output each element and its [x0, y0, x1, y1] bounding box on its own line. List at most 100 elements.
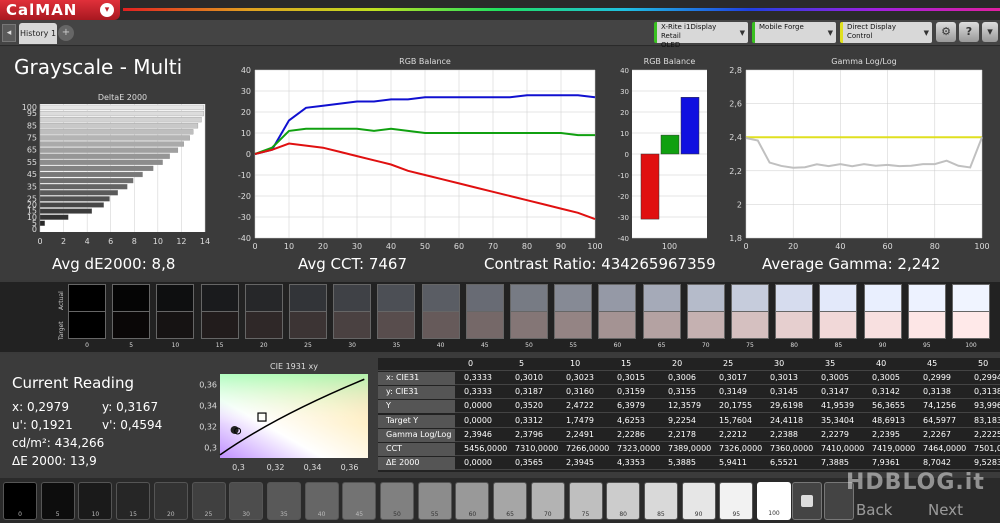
- actual-swatch: [289, 284, 327, 312]
- help-icon[interactable]: ?: [959, 22, 979, 42]
- swatch-label: 60: [613, 342, 622, 349]
- x-tick-label: 0: [252, 242, 257, 251]
- calman-menu-button[interactable]: CalMAN ▾: [0, 0, 120, 20]
- column-header: 45: [927, 359, 938, 368]
- delta-e-bar: [39, 177, 134, 184]
- back-button[interactable]: Back: [856, 501, 892, 519]
- stop-button[interactable]: [792, 482, 822, 520]
- table-cell: 0,3138: [923, 387, 951, 397]
- patch-swatch-label: 25: [204, 511, 213, 518]
- table-cell: 15,7604: [719, 415, 753, 425]
- settings-gear-icon[interactable]: ⚙: [936, 22, 956, 42]
- swatch-label: 15: [215, 342, 224, 349]
- table-cell: 0,3187: [515, 387, 543, 397]
- x-tick-label: 60: [454, 242, 464, 251]
- patch-swatch-button[interactable]: 80: [606, 482, 641, 520]
- patch-swatch-button[interactable]: 25: [191, 482, 226, 520]
- table-cell: 0,3147: [821, 387, 849, 397]
- chevron-down-icon: ▾: [100, 3, 114, 17]
- swatch-column: 85: [819, 284, 858, 349]
- table-cell: 5456,0000: [464, 444, 508, 453]
- patch-swatch-button[interactable]: 70: [530, 482, 565, 520]
- meter-selector[interactable]: X-Rite i1Display Retail OLED ▼: [654, 22, 748, 49]
- table-row: Y 0,0000 0,3520 2,4722 6,3979 12,3579 20,1755 2…: [378, 400, 1000, 414]
- patch-swatch-button[interactable]: 45: [342, 482, 377, 520]
- row-header: x: CIE31: [378, 372, 455, 385]
- swatch-column: 10: [156, 284, 195, 349]
- patch-swatch-label: 45: [355, 511, 364, 518]
- table-cell: 0,3160: [566, 387, 594, 397]
- reading-u: u': 0,1921: [12, 418, 73, 432]
- pattern-generator-selector[interactable]: Mobile Forge ▼: [752, 22, 836, 43]
- swatch-column: 25: [289, 284, 327, 349]
- y-tick-label: 0,36: [199, 381, 217, 390]
- table-cell: 0,3023: [566, 373, 594, 382]
- table-cell: 24,4118: [770, 415, 804, 425]
- target-swatch: [333, 312, 372, 339]
- patch-swatch-button[interactable]: 10: [78, 482, 113, 520]
- y-tick-label: 100: [22, 103, 37, 112]
- column-header: 50: [978, 359, 989, 368]
- cie-1931-xy-chart: CIE 1931 xy 0,3 0,32 0,34 0,36 0,36 0,34 0,32 0,…: [199, 362, 368, 472]
- patch-swatch-button[interactable]: 0: [3, 482, 37, 520]
- y-tick-label: 0: [246, 150, 251, 159]
- table-cell: 0,3159: [617, 387, 645, 397]
- watermark-logo: HDBLOG.it: [846, 470, 985, 495]
- patch-swatch-button[interactable]: 75: [568, 482, 603, 520]
- patch-swatch-button[interactable]: 50: [380, 482, 414, 520]
- swatch-label: 75: [746, 342, 754, 349]
- column-header: 40: [876, 359, 887, 368]
- table-header-row: 0 5 10 15 20 25 30 35 40 45 50: [378, 358, 1000, 371]
- add-tab-button[interactable]: +: [58, 25, 74, 41]
- patch-swatch-button[interactable]: 55: [417, 482, 452, 520]
- patch-swatch-button[interactable]: 100: [757, 482, 791, 520]
- chevron-down-icon: ▼: [739, 29, 745, 37]
- table-cell: 7501,0: [974, 444, 1000, 453]
- patch-swatch-button[interactable]: 5: [40, 482, 75, 520]
- y-tick-label: 0: [625, 151, 629, 159]
- delta-e-bar: [39, 117, 202, 123]
- swatch-column: 35: [377, 284, 416, 349]
- table-row: Gamma Log/Log 2,3946 2,3796 2,2491 2,2286 2,2…: [378, 428, 1000, 442]
- target-swatch: [200, 312, 239, 339]
- patch-swatch-button[interactable]: 60: [455, 482, 490, 520]
- reading-x: x: 0,2979: [12, 400, 69, 414]
- menu-chevron-icon[interactable]: ▾: [982, 22, 998, 42]
- row-header: ΔE 2000: [378, 457, 455, 471]
- patch-swatch-button[interactable]: 65: [493, 482, 528, 520]
- tab-row: ◂ History 1 + X-Rite i1Display Retail OL…: [0, 20, 1000, 49]
- plot-background: [746, 70, 982, 238]
- target-row-label: Target: [58, 321, 65, 340]
- x-tick-label: 20: [788, 242, 798, 251]
- table-cell: 0,2999: [923, 373, 951, 382]
- patch-swatch-button[interactable]: 35: [266, 482, 301, 520]
- patch-swatch-button[interactable]: 90: [681, 482, 716, 520]
- history-back-button[interactable]: ◂: [2, 24, 16, 42]
- swatch-column: 75: [731, 284, 769, 349]
- patch-swatch-label: 15: [129, 511, 137, 518]
- patch-swatch-button[interactable]: 40: [304, 482, 339, 520]
- y-tick-label: 10: [241, 129, 251, 138]
- x-tick-label: 14: [200, 237, 210, 246]
- tab-history-1[interactable]: History 1: [19, 23, 57, 44]
- actual-swatch: [819, 284, 858, 312]
- patch-swatch-button[interactable]: 15: [116, 482, 151, 520]
- patch-swatch-button[interactable]: 85: [643, 482, 678, 520]
- target-swatch: [907, 312, 946, 339]
- display-control-selector[interactable]: Direct Display Control ▼: [840, 22, 932, 43]
- table-cell: 2,3945: [566, 458, 594, 468]
- next-button[interactable]: Next: [928, 501, 963, 519]
- delta-e-bar: [39, 220, 45, 226]
- x-tick-label: 10: [284, 242, 294, 251]
- swatch-label: 5: [129, 342, 134, 349]
- patch-swatch-button[interactable]: 95: [719, 482, 754, 520]
- delta-e-bar: [39, 129, 194, 135]
- patch-swatch-button[interactable]: 20: [153, 482, 188, 520]
- actual-swatch: [863, 284, 902, 312]
- patch-swatch-label: 5: [55, 511, 60, 518]
- patch-swatch-button[interactable]: 30: [229, 482, 264, 520]
- patch-swatch-label: 0: [18, 511, 22, 518]
- reading-v: v': 0,4594: [102, 418, 163, 432]
- reading-y: y: 0,3167: [102, 400, 159, 414]
- swatch-column: 15: [200, 284, 239, 349]
